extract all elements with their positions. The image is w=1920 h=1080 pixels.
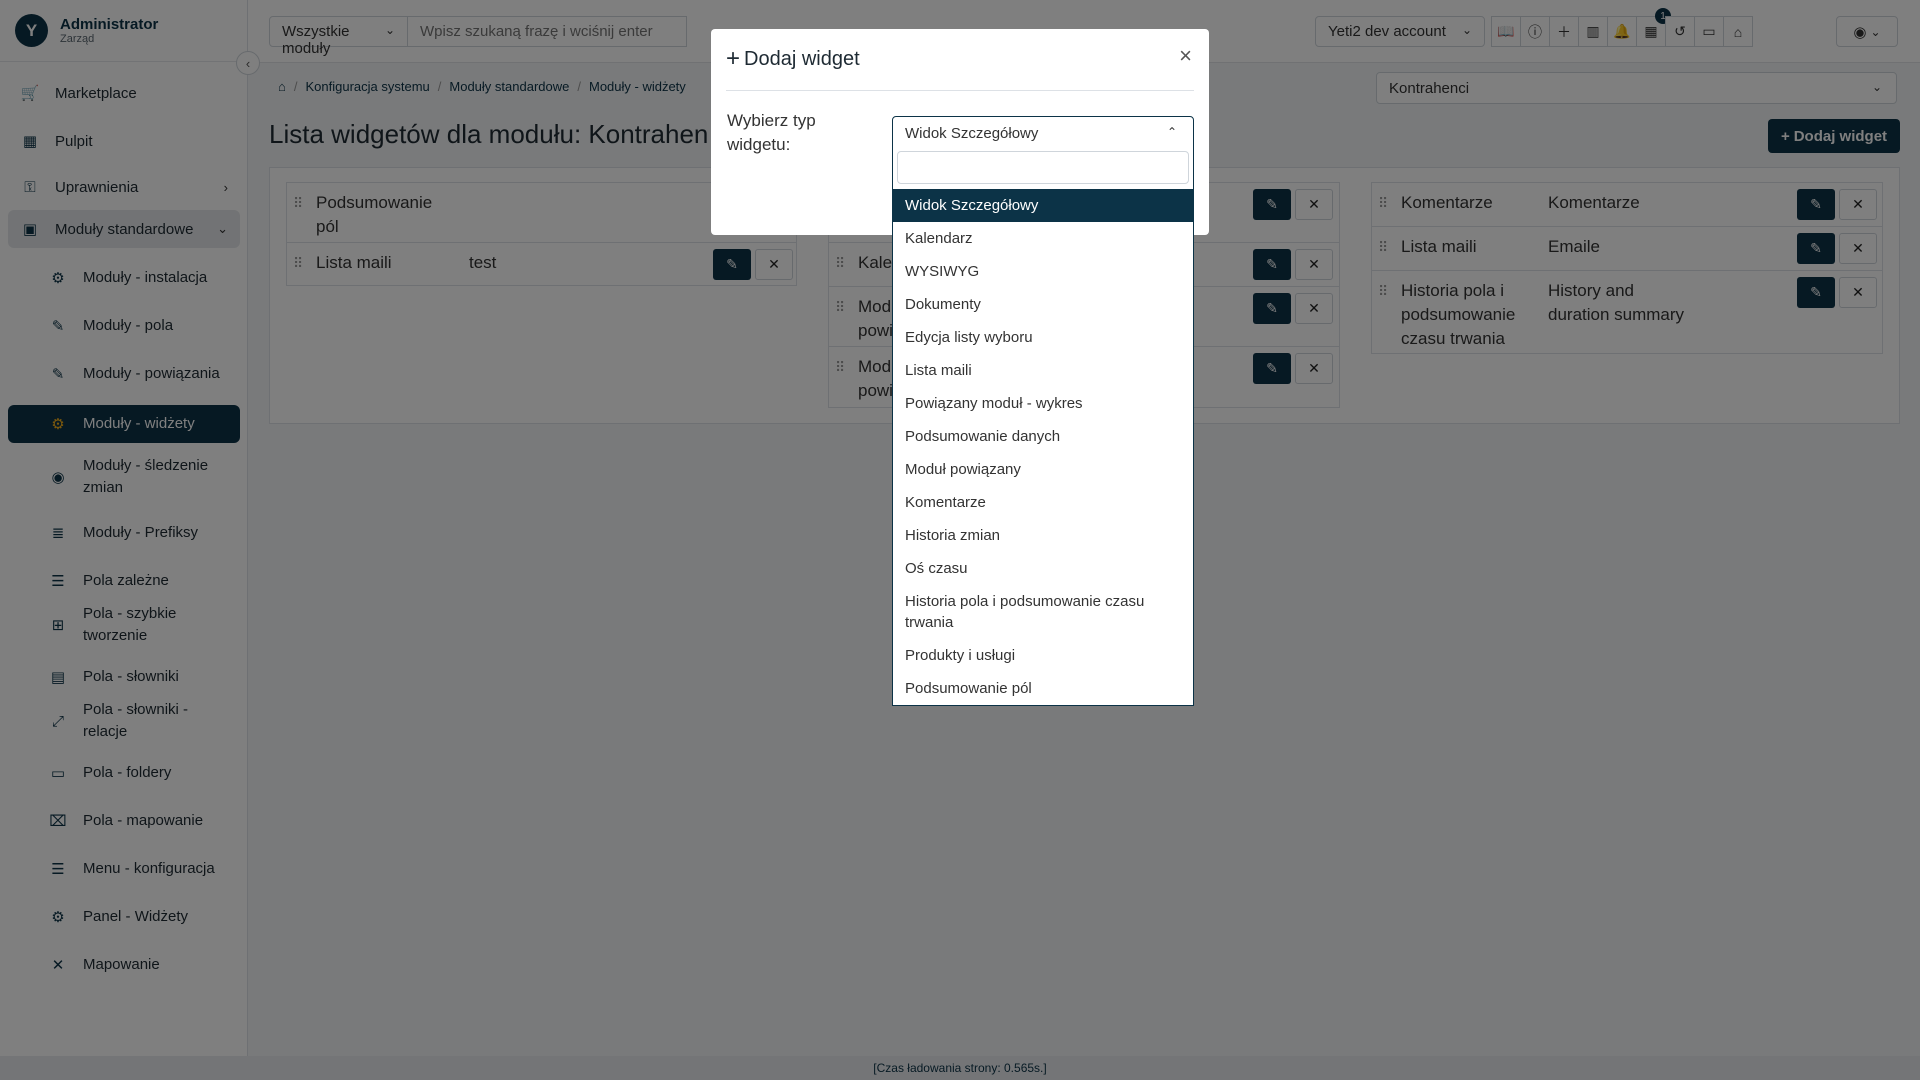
dropdown-option[interactable]: Historia zmian xyxy=(893,519,1193,552)
dropdown-option[interactable]: Podsumowanie pól xyxy=(893,672,1193,705)
dropdown-option[interactable]: Edycja listy wyboru xyxy=(893,321,1193,354)
widget-type-label: Wybierz typ widgetu: xyxy=(727,111,816,154)
modal-divider xyxy=(726,90,1194,91)
dropdown-option[interactable]: Oś czasu xyxy=(893,552,1193,585)
dropdown-option[interactable]: Dokumenty xyxy=(893,288,1193,321)
dropdown-option[interactable]: Podsumowanie danych xyxy=(893,420,1193,453)
dropdown-option[interactable]: Komentarze xyxy=(893,486,1193,519)
widget-type-select[interactable]: Widok Szczegółowy ⌃ xyxy=(892,116,1194,151)
close-icon[interactable]: × xyxy=(1179,43,1192,69)
dropdown-option[interactable]: Widok Szczegółowy xyxy=(893,189,1193,222)
dropdown-search-input[interactable] xyxy=(897,151,1189,184)
widget-type-dropdown: Widok Szczegółowy Kalendarz WYSIWYG Doku… xyxy=(892,150,1194,706)
plus-icon: + xyxy=(726,45,741,72)
dropdown-option[interactable]: Historia pola i podsumowanie czasu trwan… xyxy=(893,585,1193,639)
widget-type-selected: Widok Szczegółowy xyxy=(905,125,1039,142)
dropdown-option[interactable]: WYSIWYG xyxy=(893,255,1193,288)
dropdown-option[interactable]: Kalendarz xyxy=(893,222,1193,255)
dropdown-option[interactable]: Moduł powiązany xyxy=(893,453,1193,486)
dropdown-option[interactable]: Produkty i usługi xyxy=(893,639,1193,672)
modal-title-text: Dodaj widget xyxy=(744,47,860,70)
dropdown-option[interactable]: Lista maili xyxy=(893,354,1193,387)
modal-title: + Dodaj widget xyxy=(726,45,860,73)
chevron-up-icon: ⌃ xyxy=(1166,125,1177,139)
dropdown-option[interactable]: Powiązany moduł - wykres xyxy=(893,387,1193,420)
